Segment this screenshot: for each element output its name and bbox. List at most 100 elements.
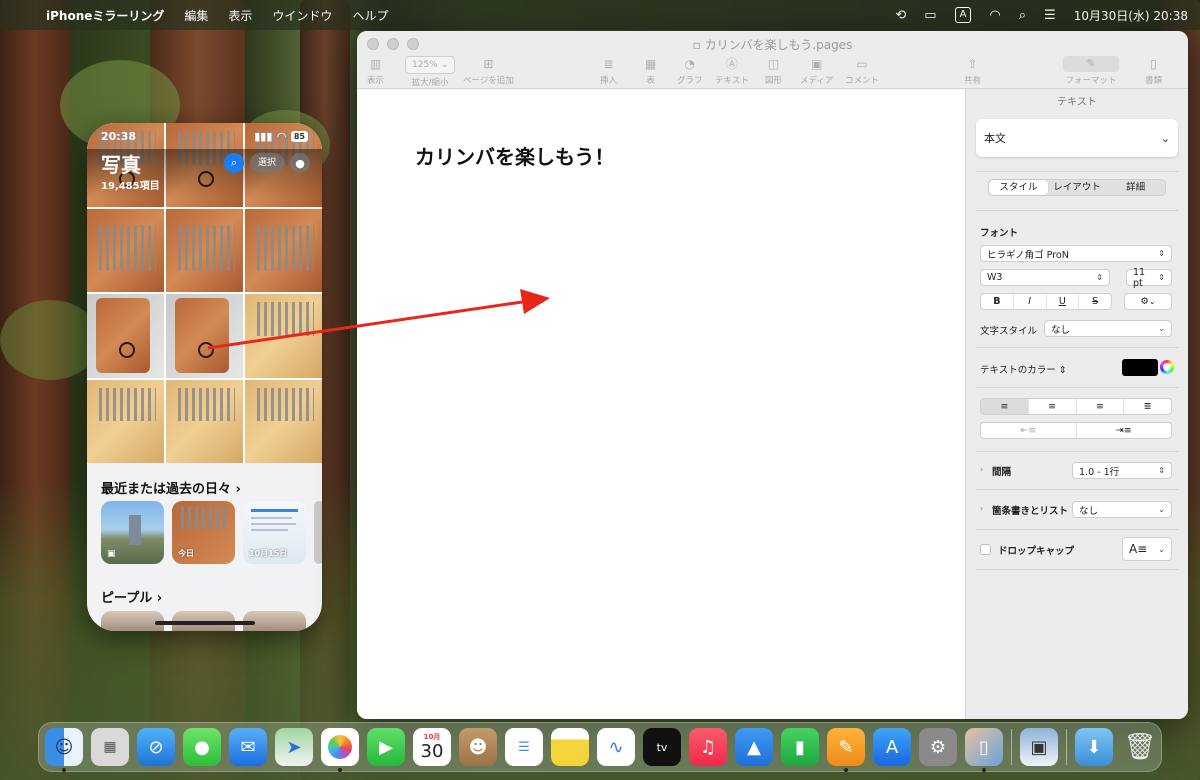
system-settings-icon[interactable]: ⚙ <box>919 728 957 766</box>
font-size-field[interactable]: 11 pt ⇕ <box>1126 267 1172 289</box>
photo-thumbnail[interactable] <box>87 294 164 378</box>
contacts-icon[interactable]: ☻ <box>459 728 497 766</box>
bullets-select[interactable]: なし ⌄ <box>1072 501 1172 518</box>
chart-button[interactable]: ◔ グラフ <box>677 56 703 86</box>
memory-card-partial[interactable] <box>314 501 322 564</box>
insert-button[interactable]: ≣ 挿入 <box>600 56 617 86</box>
memory-card[interactable]: ▣ <box>101 501 164 564</box>
disclosure-triangle-icon[interactable]: › <box>980 465 983 474</box>
tab-more[interactable]: 詳細 <box>1106 180 1165 195</box>
memory-card[interactable]: 10月15日 <box>243 501 306 564</box>
document-heading[interactable]: カリンバを楽しもう！ <box>415 141 614 170</box>
color-wheel-icon[interactable] <box>1160 360 1174 374</box>
control-center-icon[interactable]: ☰ <box>1044 8 1056 23</box>
document-button[interactable]: ▯ 書類 <box>1145 56 1162 86</box>
iphone-mirroring-icon[interactable]: ▯ <box>965 728 1003 772</box>
char-style-select[interactable]: なし ⌄ <box>1044 320 1172 337</box>
add-page-button[interactable]: ⊞ ページを追加 <box>463 56 514 86</box>
shape-button[interactable]: ◫ 図形 <box>765 56 782 86</box>
mail-icon[interactable]: ✉ <box>229 728 267 766</box>
menubar-clock[interactable]: 10月30日(水) 20:38 <box>1074 7 1188 24</box>
photo-thumbnail[interactable] <box>87 208 164 292</box>
justify-button[interactable]: ≣ <box>1124 399 1171 414</box>
tab-layout[interactable]: レイアウト <box>1048 180 1107 195</box>
view-button[interactable]: ▥ 表示 <box>367 56 384 86</box>
zoom-control[interactable]: 125% ⌄ 拡大/縮小 <box>405 56 456 88</box>
select-button[interactable]: 選択 <box>249 153 284 173</box>
search-icon[interactable]: ⌕ <box>223 153 244 173</box>
battery-icon[interactable]: ▭ <box>924 8 936 23</box>
spacing-label[interactable]: 間隔 <box>992 464 1011 478</box>
text-color-swatch[interactable] <box>1122 359 1158 376</box>
photo-thumbnail[interactable] <box>245 379 322 463</box>
format-button[interactable]: ✎ フォーマット <box>1063 56 1119 86</box>
messages-icon[interactable]: ● <box>183 728 221 766</box>
tv-icon[interactable]: tv <box>643 728 681 766</box>
wifi-icon[interactable]: ◠ <box>989 8 1000 23</box>
menu-window[interactable]: ウインドウ <box>272 7 332 24</box>
time-machine-icon[interactable]: ⟲ <box>895 8 906 23</box>
app-store-icon[interactable]: A <box>873 728 911 766</box>
trash-icon[interactable]: 🗑 <box>1121 728 1159 766</box>
table-button[interactable]: ▦ 表 <box>645 56 656 86</box>
font-family-select[interactable]: ヒラギノ角ゴ ProN ⇕ <box>980 245 1172 262</box>
paragraph-style-picker[interactable]: 本文 ⌄ <box>976 119 1178 157</box>
music-icon[interactable]: ♫ <box>689 728 727 766</box>
photo-thumbnail[interactable] <box>87 379 164 463</box>
account-icon[interactable]: ● <box>290 153 310 173</box>
share-button[interactable]: ⇧ 共有 <box>964 56 981 86</box>
photo-thumbnail[interactable] <box>166 294 243 378</box>
bullets-label[interactable]: 箇条書きとリスト <box>992 503 1068 517</box>
photo-thumbnail[interactable] <box>166 379 243 463</box>
photo-thumbnail[interactable] <box>245 294 322 378</box>
notes-icon[interactable] <box>551 728 589 766</box>
iphone-mirroring-window[interactable]: 20:38 ▮▮▮ ◠ 85 写真 19,485項目 ⌕ 選択 ● 最近または過… <box>87 123 322 631</box>
font-weight-select[interactable]: W3 ⇕ <box>980 269 1110 286</box>
downloads-folder-icon[interactable]: ⬇ <box>1075 728 1113 766</box>
underline-button[interactable]: U <box>1047 294 1080 309</box>
menu-app-name[interactable]: iPhoneミラーリング <box>46 7 164 24</box>
pages-window[interactable]: ▫ カリンバを楽しもう.pages ▥ 表示 125% ⌄ 拡大/縮小 ⊞ ページを追… <box>357 31 1188 719</box>
reminders-icon[interactable]: ☰ <box>505 728 543 766</box>
menu-help[interactable]: ヘルプ <box>352 7 388 24</box>
finder-icon[interactable]: ☺ <box>45 728 83 772</box>
calendar-icon[interactable]: 10月 30 <box>413 728 451 766</box>
decrease-indent-button[interactable]: ⇤≡ <box>981 423 1077 438</box>
strikethrough-button[interactable]: S <box>1079 294 1111 309</box>
home-indicator[interactable] <box>154 621 255 625</box>
photo-thumbnail[interactable] <box>245 208 322 292</box>
bold-button[interactable]: B <box>981 294 1014 309</box>
media-button[interactable]: ▣ メディア <box>800 56 833 86</box>
align-right-button[interactable]: ≡ <box>1077 399 1125 414</box>
photos-icon[interactable] <box>321 728 359 772</box>
freeform-icon[interactable]: ∿ <box>597 728 635 766</box>
comment-button[interactable]: ▭ コメント <box>845 56 879 86</box>
safari-icon[interactable]: ⊘ <box>137 728 175 766</box>
document-canvas[interactable]: カリンバを楽しもう！ <box>357 89 965 719</box>
align-left-button[interactable]: ≡ <box>981 399 1029 414</box>
dropcap-style-select[interactable]: A≡ ⌄ <box>1122 537 1172 561</box>
photo-thumbnail[interactable] <box>166 208 243 292</box>
italic-button[interactable]: I <box>1014 294 1047 309</box>
facetime-icon[interactable]: ▶ <box>367 728 405 766</box>
text-color-label[interactable]: テキストのカラー ⇕ <box>980 362 1067 376</box>
tab-style[interactable]: スタイル <box>989 180 1048 195</box>
advanced-options-button[interactable]: ⚙ ⌄ <box>1124 293 1172 310</box>
keynote-icon[interactable]: ▲ <box>735 728 773 766</box>
numbers-icon[interactable]: ▮ <box>781 728 819 766</box>
input-source-badge[interactable]: A <box>954 7 972 23</box>
memories-heading[interactable]: 最近または過去の日々 › <box>101 478 241 497</box>
increase-indent-button[interactable]: ⇥≡ <box>1077 423 1172 438</box>
dropcap-checkbox[interactable] <box>980 544 991 555</box>
align-center-button[interactable]: ≡ <box>1029 399 1077 414</box>
menu-view[interactable]: 表示 <box>228 7 252 24</box>
memory-card[interactable]: 今日 <box>172 501 235 564</box>
preview-icon[interactable]: ▣ <box>1020 728 1058 766</box>
menu-edit[interactable]: 編集 <box>184 7 208 24</box>
maps-icon[interactable]: ➤ <box>275 728 313 766</box>
pages-icon[interactable]: ✎ <box>827 728 865 772</box>
launchpad-icon[interactable]: ▦ <box>91 728 129 766</box>
text-button[interactable]: Ⓐ テキスト <box>715 56 749 86</box>
people-heading[interactable]: ピープル › <box>101 587 162 606</box>
disclosure-triangle-icon[interactable]: › <box>980 504 983 513</box>
